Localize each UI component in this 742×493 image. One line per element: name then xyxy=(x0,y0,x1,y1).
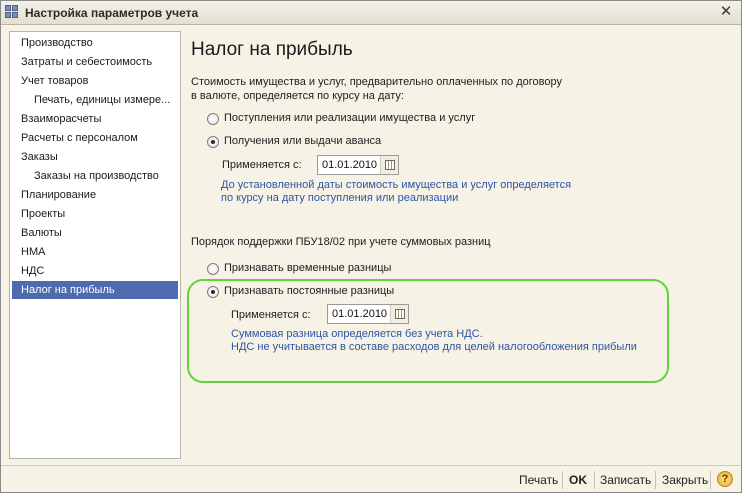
close-button[interactable]: Закрыть xyxy=(662,473,708,487)
sections-nav: Производство Затраты и себестоимость Учет … xyxy=(9,31,181,459)
radio-permanent-differences[interactable] xyxy=(207,286,219,298)
section1-hint-line1: До установленной даты стоимость имуществ… xyxy=(221,179,572,191)
window-title: Настройка параметров учета xyxy=(25,6,199,20)
radio-receipt-or-sale-label[interactable]: Поступления или реализации имущества и у… xyxy=(224,112,475,124)
section1-label-line2: в валюте, определяется по курсу на дату: xyxy=(191,90,404,102)
radio-receipt-or-sale[interactable] xyxy=(207,113,219,125)
radio-advance-payment-label[interactable]: Получения или выдачи аванса xyxy=(224,135,381,147)
section1-hint-line2: по курсу на дату поступления или реализа… xyxy=(221,192,459,204)
settings-grid-icon xyxy=(5,5,19,19)
toolbar-divider xyxy=(562,471,563,489)
section1-date-input[interactable] xyxy=(318,156,378,174)
sidebar-item[interactable]: Заказы на производство xyxy=(12,167,178,185)
section2-date-input[interactable] xyxy=(328,305,388,323)
page-title: Налог на прибыль xyxy=(191,39,353,60)
section1-applies-label: Применяется с: xyxy=(222,159,302,171)
sidebar-item[interactable]: Налог на прибыль xyxy=(12,281,178,299)
calendar-icon[interactable] xyxy=(390,305,408,323)
radio-advance-payment[interactable] xyxy=(207,136,219,148)
settings-window: Настройка параметров учета ✕ Производств… xyxy=(0,0,742,493)
print-button[interactable]: Печать xyxy=(519,473,558,487)
main-panel: Налог на прибыль Стоимость имущества и у… xyxy=(181,31,735,459)
section2-hint-line1: Суммовая разница определяется без учета … xyxy=(231,328,483,340)
help-icon[interactable]: ? xyxy=(717,471,733,487)
sidebar-item[interactable]: Производство xyxy=(12,34,178,52)
sidebar-item[interactable]: Расчеты с персоналом xyxy=(12,129,178,147)
section2-applies-label: Применяется с: xyxy=(231,309,311,321)
toolbar-divider xyxy=(594,471,595,489)
bottom-toolbar: Печать OK Записать Закрыть ? xyxy=(1,465,741,493)
radio-temporary-differences[interactable] xyxy=(207,263,219,275)
title-bar: Настройка параметров учета ✕ xyxy=(1,1,741,25)
section2-hint-line2: НДС не учитывается в составе расходов дл… xyxy=(231,341,637,353)
sidebar-item[interactable]: Взаиморасчеты xyxy=(12,110,178,128)
calendar-icon[interactable] xyxy=(380,156,398,174)
section2-date-field[interactable] xyxy=(327,304,409,324)
ok-button[interactable]: OK xyxy=(569,473,587,487)
sidebar-item[interactable]: Печать, единицы измере... xyxy=(12,91,178,109)
sidebar-item[interactable]: Валюты xyxy=(12,224,178,242)
toolbar-divider xyxy=(710,471,711,489)
sidebar-item[interactable]: Заказы xyxy=(12,148,178,166)
sidebar-item[interactable]: Проекты xyxy=(12,205,178,223)
sidebar-item[interactable]: НДС xyxy=(12,262,178,280)
sidebar-item[interactable]: НМА xyxy=(12,243,178,261)
section1-date-field[interactable] xyxy=(317,155,399,175)
section2-label: Порядок поддержки ПБУ18/02 при учете сум… xyxy=(191,236,491,248)
section1-label-line1: Стоимость имущества и услуг, предварител… xyxy=(191,76,562,88)
toolbar-divider xyxy=(655,471,656,489)
radio-temporary-differences-label[interactable]: Признавать временные разницы xyxy=(224,262,391,274)
close-icon[interactable]: ✕ xyxy=(719,4,733,20)
save-button[interactable]: Записать xyxy=(600,473,651,487)
sidebar-item[interactable]: Планирование xyxy=(12,186,178,204)
sidebar-item[interactable]: Учет товаров xyxy=(12,72,178,90)
sidebar-item[interactable]: Затраты и себестоимость xyxy=(12,53,178,71)
radio-permanent-differences-label[interactable]: Признавать постоянные разницы xyxy=(224,285,394,297)
